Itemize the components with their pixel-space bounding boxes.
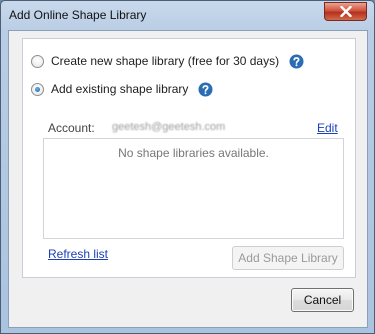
cancel-button[interactable]: Cancel bbox=[291, 288, 354, 312]
close-icon bbox=[339, 6, 352, 17]
create-new-radio[interactable] bbox=[31, 54, 44, 68]
shape-library-list[interactable]: No shape libraries available. bbox=[43, 138, 344, 239]
window-title: Add Online Shape Library bbox=[9, 8, 147, 22]
create-new-option[interactable]: Create new shape library (free for 30 da… bbox=[31, 52, 304, 70]
empty-list-message: No shape libraries available. bbox=[118, 146, 269, 160]
add-existing-option[interactable]: Add existing shape library bbox=[31, 80, 213, 98]
dialog-window: Add Online Shape Library Create new shap… bbox=[0, 0, 375, 334]
create-new-label[interactable]: Create new shape library (free for 30 da… bbox=[51, 54, 279, 68]
options-panel: Create new shape library (free for 30 da… bbox=[22, 38, 356, 278]
help-icon[interactable] bbox=[289, 54, 304, 69]
edit-account-link[interactable]: Edit bbox=[317, 121, 338, 135]
close-button[interactable] bbox=[324, 2, 367, 21]
account-email: geetesh@geetesh.com bbox=[112, 121, 226, 133]
refresh-list-link[interactable]: Refresh list bbox=[48, 247, 108, 261]
dialog-body: Create new shape library (free for 30 da… bbox=[8, 30, 368, 328]
add-existing-label[interactable]: Add existing shape library bbox=[51, 82, 188, 96]
account-label: Account: bbox=[48, 121, 95, 135]
add-existing-radio[interactable] bbox=[31, 82, 44, 96]
help-icon[interactable] bbox=[198, 82, 213, 97]
title-bar[interactable]: Add Online Shape Library bbox=[1, 1, 374, 31]
add-shape-library-button[interactable]: Add Shape Library bbox=[232, 246, 344, 270]
